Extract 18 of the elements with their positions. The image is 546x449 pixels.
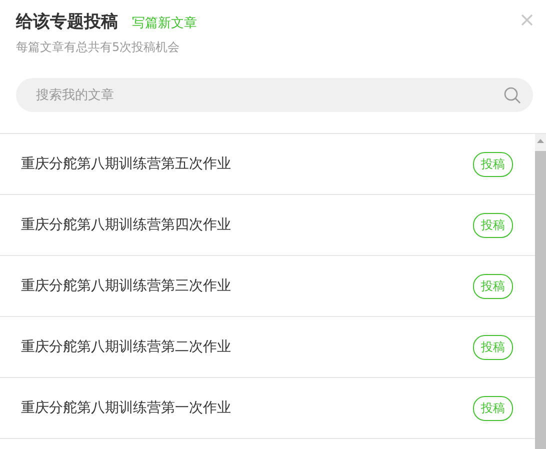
article-title: 重庆分舵第八期训练营第三次作业 bbox=[21, 277, 231, 295]
dialog-title: 给该专题投稿 bbox=[16, 11, 118, 33]
search-field[interactable]: 搜索我的文章 bbox=[16, 78, 533, 112]
submit-button[interactable]: 投稿 bbox=[473, 212, 513, 238]
close-icon[interactable] bbox=[521, 14, 533, 26]
scrollbar[interactable] bbox=[535, 134, 546, 449]
search-icon[interactable] bbox=[504, 87, 521, 104]
submit-button[interactable]: 投稿 bbox=[473, 396, 513, 420]
submit-button[interactable]: 投稿 bbox=[473, 274, 513, 298]
submit-button[interactable]: 投稿 bbox=[473, 152, 513, 176]
dialog-subtitle: 每篇文章有总共有5次投稿机会 bbox=[16, 39, 181, 56]
article-title: 重庆分舵第八期训练营第五次作业 bbox=[21, 155, 231, 173]
article-title: 重庆分舵第八期训练营第一次作业 bbox=[21, 399, 231, 417]
article-title: 重庆分舵第八期训练营第二次作业 bbox=[21, 338, 231, 356]
article-title: 重庆分舵第八期训练营第四次作业 bbox=[21, 216, 231, 234]
write-article-link[interactable]: 写篇新文章 bbox=[132, 14, 197, 32]
submit-button[interactable]: 投稿 bbox=[473, 334, 513, 360]
scroll-up-arrow-icon[interactable] bbox=[537, 139, 544, 143]
